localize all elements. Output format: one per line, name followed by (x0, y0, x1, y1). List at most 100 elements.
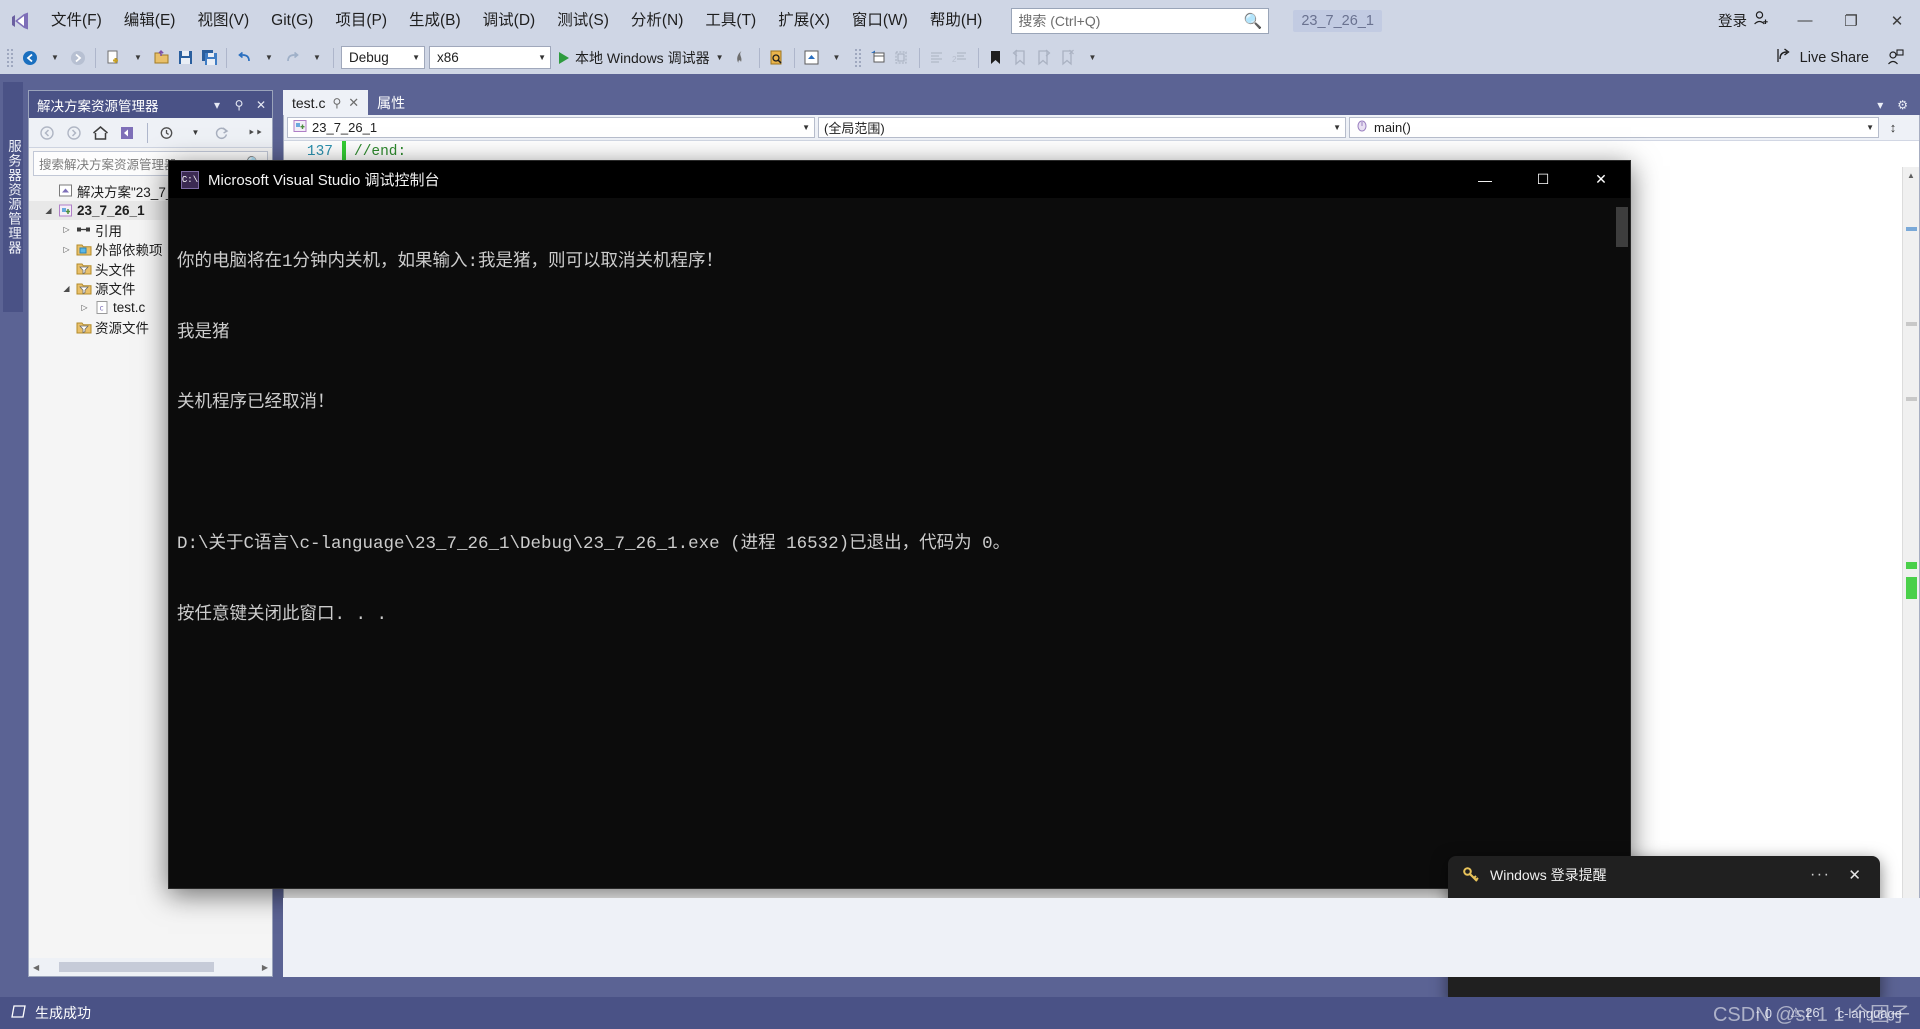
navigate-back-dropdown[interactable]: ▼ (42, 45, 66, 71)
tree-arrow-collapsed[interactable]: ▷ (59, 225, 74, 234)
close-icon[interactable]: ✕ (250, 98, 272, 112)
nav-scope-combo[interactable]: (全局范围) ▼ (818, 117, 1346, 138)
nav-project-combo[interactable]: 23_7_26_1 ▼ (287, 117, 815, 138)
menu-edit[interactable]: 编辑(E) (113, 8, 187, 34)
next-bookmark-button[interactable] (1032, 45, 1056, 71)
uncomment-selection-button[interactable]: 2 (949, 45, 973, 71)
start-debugging-button[interactable]: 本地 Windows 调试器 ▼ (553, 45, 730, 71)
nav-member-combo[interactable]: main() ▼ (1349, 117, 1879, 138)
console-title-bar[interactable]: C:\ Microsoft Visual Studio 调试控制台 — ☐ ✕ (169, 161, 1630, 198)
undo-button[interactable] (232, 45, 256, 71)
tree-arrow-expanded[interactable]: ◢ (59, 284, 74, 293)
toolwindow-dropdown[interactable]: ▼ (824, 45, 848, 71)
back-icon[interactable] (34, 121, 59, 145)
redo-button[interactable] (280, 45, 304, 71)
menu-analyze[interactable]: 分析(N) (620, 8, 695, 34)
scroll-left-icon[interactable]: ◀ (29, 963, 43, 972)
git-branch-indicator[interactable]: c-language (1838, 1006, 1902, 1021)
se-overflow-icon[interactable]: ‣‣ (248, 125, 267, 141)
editor-vscrollbar[interactable]: ▲ ▼ (1902, 167, 1919, 949)
save-all-button[interactable] (197, 45, 221, 71)
left-dock-strip: 服务器资源管理器 (0, 74, 26, 1014)
toast-close-icon[interactable]: ✕ (1839, 866, 1870, 884)
restore-button[interactable]: ❐ (1828, 0, 1874, 41)
console-scroll-thumb[interactable] (1616, 207, 1628, 247)
tab-settings-icon[interactable]: ⚙ (1897, 98, 1908, 112)
pending-changes-icon[interactable] (155, 121, 180, 145)
tree-arrow-collapsed[interactable]: ▷ (77, 303, 92, 312)
properties-window-button[interactable] (866, 45, 890, 71)
solution-explorer-toggle-button[interactable] (800, 45, 824, 71)
menu-extensions[interactable]: 扩展(X) (767, 8, 841, 34)
console-scrollbar[interactable] (1616, 201, 1628, 887)
refresh-icon[interactable] (209, 121, 234, 145)
home-icon[interactable] (88, 121, 113, 145)
new-project-dropdown[interactable]: ▼ (125, 45, 149, 71)
menu-tools[interactable]: 工具(T) (694, 8, 767, 34)
open-file-button[interactable] (149, 45, 173, 71)
standard-toolbar: ▼ ▼ ▼ ▼ Debug ▼ x86 ▼ 本地 Windows 调试器 ▼ ▼… (0, 41, 1920, 74)
close-button[interactable]: ✕ (1874, 0, 1920, 41)
navigate-back-button[interactable] (18, 45, 42, 71)
scroll-marker (1906, 397, 1917, 401)
close-icon[interactable]: ✕ (348, 95, 359, 111)
solution-explorer-hscrollbar[interactable]: ◀ ▶ (29, 958, 272, 976)
scroll-up-icon[interactable]: ▲ (1903, 167, 1919, 184)
source-control-up-indicator[interactable]: ↑ 0 (1755, 1006, 1772, 1021)
server-explorer-tab[interactable]: 服务器资源管理器 (3, 82, 23, 312)
menu-git[interactable]: Git(G) (260, 8, 324, 34)
quick-search-input[interactable]: 搜索 (Ctrl+Q) 🔍 (1011, 7, 1270, 34)
debug-console-window[interactable]: C:\ Microsoft Visual Studio 调试控制台 — ☐ ✕ … (168, 160, 1631, 889)
minimize-button[interactable]: — (1782, 0, 1828, 41)
toolbar-overflow-button[interactable]: ▼ (1080, 45, 1104, 71)
menu-file[interactable]: 文件(F) (40, 8, 113, 34)
toolbar-grip-2[interactable] (853, 47, 863, 68)
tab-test-c[interactable]: test.c ⚲ ✕ (283, 90, 369, 115)
solution-configuration-combo[interactable]: Debug ▼ (341, 46, 425, 69)
chevron-down-icon: ▼ (1866, 123, 1874, 132)
menu-window[interactable]: 窗口(W) (841, 8, 919, 34)
panel-menu-icon[interactable]: ▾ (206, 98, 228, 112)
tree-arrow-expanded[interactable]: ◢ (41, 206, 56, 215)
clear-bookmarks-button[interactable] (1056, 45, 1080, 71)
navigate-forward-button[interactable] (66, 45, 90, 71)
menu-build[interactable]: 生成(B) (398, 8, 472, 34)
live-share-session-icon[interactable] (1883, 45, 1908, 71)
tab-list-chevron-icon[interactable]: ▾ (1877, 98, 1883, 112)
toolbox-button[interactable] (890, 45, 914, 71)
tree-arrow-collapsed[interactable]: ▷ (59, 245, 74, 254)
forward-icon[interactable] (61, 121, 86, 145)
hscroll-thumb[interactable] (59, 962, 215, 972)
pin-icon[interactable]: ⚲ (332, 96, 341, 110)
menu-debug[interactable]: 调试(D) (472, 8, 547, 34)
menu-project[interactable]: 项目(P) (324, 8, 398, 34)
toolbar-grip-1[interactable] (6, 47, 15, 68)
redo-dropdown[interactable]: ▼ (304, 45, 328, 71)
switch-views-icon[interactable] (115, 121, 140, 145)
menu-view[interactable]: 视图(V) (186, 8, 260, 34)
undo-dropdown[interactable]: ▼ (256, 45, 280, 71)
pin-icon[interactable]: ⚲ (228, 98, 250, 112)
console-close-button[interactable]: ✕ (1572, 161, 1630, 198)
split-view-icon[interactable]: ↕ (1882, 120, 1904, 135)
toast-more-icon[interactable]: ··· (1801, 866, 1839, 884)
save-button[interactable] (173, 45, 197, 71)
menu-test[interactable]: 测试(S) (546, 8, 620, 34)
comment-selection-button[interactable] (925, 45, 949, 71)
scroll-marker (1906, 322, 1917, 326)
find-in-files-button[interactable] (765, 45, 789, 71)
console-minimize-button[interactable]: — (1456, 161, 1514, 198)
menu-help[interactable]: 帮助(H) (919, 8, 994, 34)
scroll-right-icon[interactable]: ▶ (258, 963, 272, 972)
previous-bookmark-button[interactable] (1008, 45, 1032, 71)
chevron-down-icon[interactable]: ▼ (182, 121, 207, 145)
tab-properties[interactable]: 属性 (368, 90, 414, 115)
live-share-button[interactable]: Live Share (1766, 47, 1883, 68)
hot-reload-button[interactable] (730, 45, 754, 71)
sign-in-button[interactable]: 登录 (1706, 10, 1782, 31)
toggle-bookmark-button[interactable] (984, 45, 1008, 71)
console-maximize-button[interactable]: ☐ (1514, 161, 1572, 198)
new-project-button[interactable] (101, 45, 125, 71)
pending-changes-indicator[interactable]: ⚠ 26 (1790, 1005, 1820, 1021)
solution-platform-combo[interactable]: x86 ▼ (429, 46, 551, 69)
